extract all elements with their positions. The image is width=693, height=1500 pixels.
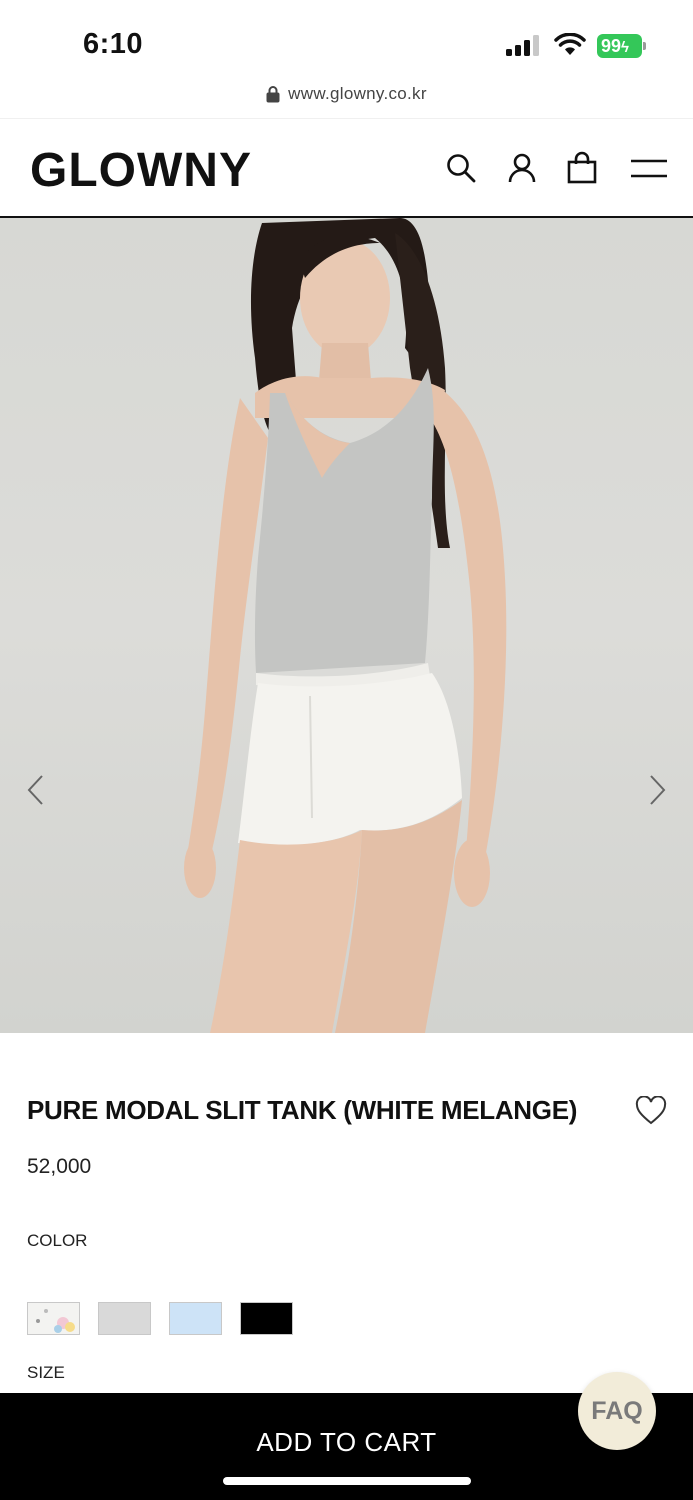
previous-image-arrow-icon[interactable] <box>22 773 50 807</box>
status-time: 6:10 <box>83 28 144 60</box>
product-image-carousel[interactable] <box>0 218 693 1033</box>
product-photo <box>184 218 507 1033</box>
color-label: COLOR <box>27 1231 88 1250</box>
product-title: PURE MODAL SLIT TANK (WHITE MELANGE) <box>27 1095 578 1125</box>
pattern-thumbnail <box>36 1309 75 1333</box>
faq-button[interactable]: FAQ <box>578 1372 656 1450</box>
color-swatch-light-blue[interactable] <box>169 1302 222 1335</box>
color-swatch-pattern[interactable] <box>27 1302 80 1335</box>
color-swatch-list <box>27 1302 293 1335</box>
faq-label: FAQ <box>591 1396 643 1425</box>
color-swatch-black[interactable] <box>240 1302 293 1335</box>
site-header: GLOWNY <box>0 118 693 218</box>
cellular-signal-icon <box>506 35 539 56</box>
charging-bolt-icon: ϟ <box>621 39 629 56</box>
battery-level: 99ϟ <box>597 34 642 58</box>
site-logo[interactable]: GLOWNY <box>30 143 252 198</box>
color-swatch-grey[interactable] <box>98 1302 151 1335</box>
address-bar[interactable]: www.glowny.co.kr <box>0 78 693 110</box>
account-icon[interactable] <box>505 151 539 185</box>
next-image-arrow-icon[interactable] <box>643 773 671 807</box>
status-bar: 6:10 99ϟ <box>0 0 693 72</box>
menu-icon[interactable] <box>630 151 668 185</box>
battery-nub <box>643 42 646 50</box>
lock-icon <box>266 86 280 103</box>
size-label: SIZE <box>27 1363 65 1382</box>
search-icon[interactable] <box>444 151 478 185</box>
shopping-bag-icon[interactable] <box>565 151 599 185</box>
product-price: 52,000 <box>27 1155 92 1178</box>
wishlist-heart-icon[interactable] <box>635 1096 667 1126</box>
url-text: www.glowny.co.kr <box>288 84 427 103</box>
battery-level-text: 99 <box>601 36 622 56</box>
home-indicator[interactable] <box>223 1477 471 1485</box>
battery-indicator: 99ϟ <box>597 34 647 58</box>
wifi-icon <box>554 33 586 55</box>
